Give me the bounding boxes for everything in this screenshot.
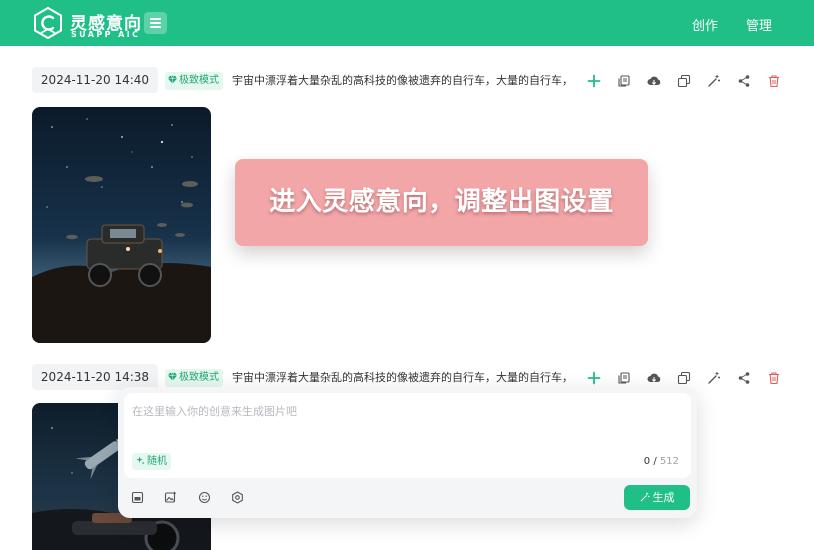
character-limit: 512 — [659, 456, 679, 467]
random-label: 随机 — [147, 456, 167, 467]
image-ratio-icon[interactable] — [131, 491, 144, 504]
record-prompt: 宇宙中漂浮着大量杂乱的高科技的像被遗弃的自行车，大量的自行车， — [232, 371, 573, 384]
magic-wand-icon[interactable] — [707, 371, 721, 385]
duplicate-icon[interactable] — [677, 74, 691, 88]
mode-badge: 极致模式 — [165, 72, 223, 90]
mode-label: 极致模式 — [179, 75, 219, 86]
tutorial-banner: 进入灵感意向，调整出图设置 — [235, 159, 648, 246]
generate-button[interactable]: 生成 — [624, 485, 690, 510]
settings-icon[interactable] — [231, 491, 244, 504]
mode-label: 极致模式 — [179, 372, 219, 383]
copy-prompt-icon[interactable] — [617, 371, 631, 385]
image-reference-icon[interactable] — [164, 491, 177, 504]
random-prompt-button[interactable]: 随机 — [132, 453, 171, 470]
brand-subtitle: SUAPP AIC — [71, 30, 141, 39]
diamond-icon — [168, 372, 177, 381]
generated-image[interactable] — [32, 107, 211, 343]
logo-icon[interactable] — [33, 6, 63, 40]
delete-icon[interactable] — [767, 74, 781, 88]
cloud-download-icon[interactable] — [647, 371, 661, 385]
mode-badge: 极致模式 — [165, 369, 223, 387]
magic-wand-icon — [640, 492, 649, 502]
magic-wand-icon[interactable] — [707, 74, 721, 88]
record-date: 2024-11-20 14:40 — [32, 67, 158, 93]
delete-icon[interactable] — [767, 371, 781, 385]
nav-create[interactable]: 创作 — [692, 15, 718, 34]
character-counter: 0 / 512 — [644, 456, 679, 467]
emoji-style-icon[interactable] — [198, 491, 211, 504]
sparkle-icon — [136, 456, 145, 465]
counter-separator: / — [650, 456, 660, 467]
add-icon[interactable] — [587, 74, 601, 88]
share-icon[interactable] — [737, 371, 751, 385]
add-icon[interactable] — [587, 371, 601, 385]
top-navigation-bar: 灵感意向 SUAPP AIC 创作 管理 — [0, 0, 814, 46]
nav-manage[interactable]: 管理 — [746, 15, 772, 34]
share-icon[interactable] — [737, 74, 751, 88]
banner-text: 进入灵感意向，调整出图设置 — [269, 187, 614, 217]
record-prompt: 宇宙中漂浮着大量杂乱的高科技的像被遗弃的自行车，大量的自行车， — [232, 74, 573, 87]
prompt-input[interactable]: 在这里输入你的创意来生成图片吧 — [132, 403, 297, 419]
duplicate-icon[interactable] — [677, 371, 691, 385]
cloud-download-icon[interactable] — [647, 74, 661, 88]
diamond-icon — [168, 75, 177, 84]
prompt-composer: 在这里输入你的创意来生成图片吧 随机 0 / 512 生成 — [118, 387, 697, 518]
prompt-input-area[interactable]: 在这里输入你的创意来生成图片吧 随机 0 / 512 — [124, 393, 691, 478]
copy-prompt-icon[interactable] — [617, 74, 631, 88]
menu-toggle-button[interactable] — [144, 12, 167, 34]
generate-label: 生成 — [652, 491, 675, 504]
